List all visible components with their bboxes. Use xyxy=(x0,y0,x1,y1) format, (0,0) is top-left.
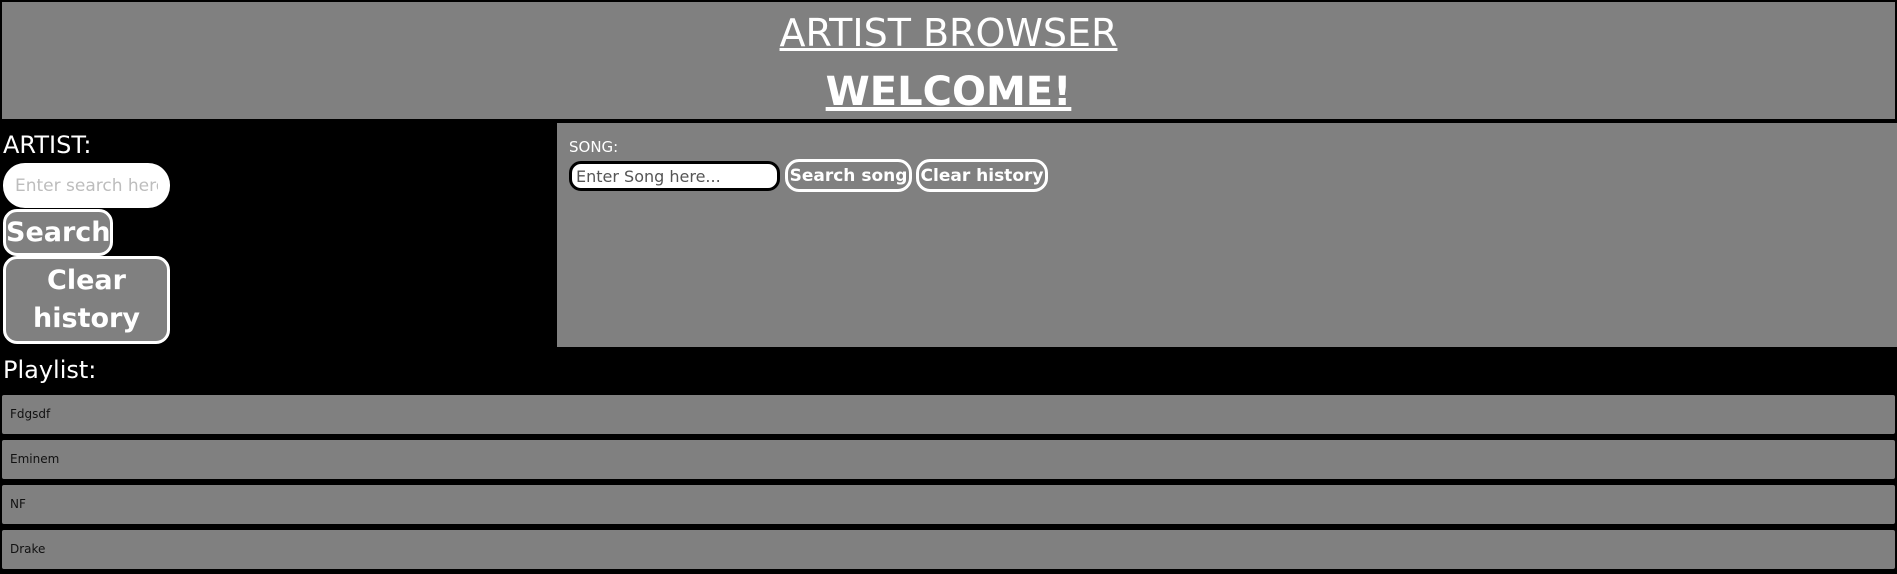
playlist-item[interactable]: NF xyxy=(0,483,1897,526)
playlist-item[interactable]: Fdgsdf xyxy=(0,393,1897,436)
song-clear-history-button[interactable]: Clear history xyxy=(916,159,1048,192)
song-label: SONG: xyxy=(569,138,619,156)
song-panel xyxy=(557,123,1897,347)
header-banner: ARTIST BROWSER WELCOME! xyxy=(0,0,1897,121)
playlist-list: Fdgsdf Eminem NF Drake xyxy=(0,393,1897,573)
song-search-input[interactable] xyxy=(569,161,780,191)
song-search-button[interactable]: Search song xyxy=(785,159,912,192)
playlist-label: Playlist: xyxy=(3,356,97,384)
playlist-item[interactable]: Drake xyxy=(0,528,1897,571)
playlist-item[interactable]: Eminem xyxy=(0,438,1897,481)
artist-search-input[interactable] xyxy=(3,163,170,208)
artist-label: ARTIST: xyxy=(3,131,92,159)
welcome-heading: WELCOME! xyxy=(825,69,1072,115)
artist-clear-history-button[interactable]: Clear history xyxy=(3,256,170,344)
artist-search-button[interactable]: Search xyxy=(3,209,113,256)
page-title: ARTIST BROWSER xyxy=(779,11,1118,55)
